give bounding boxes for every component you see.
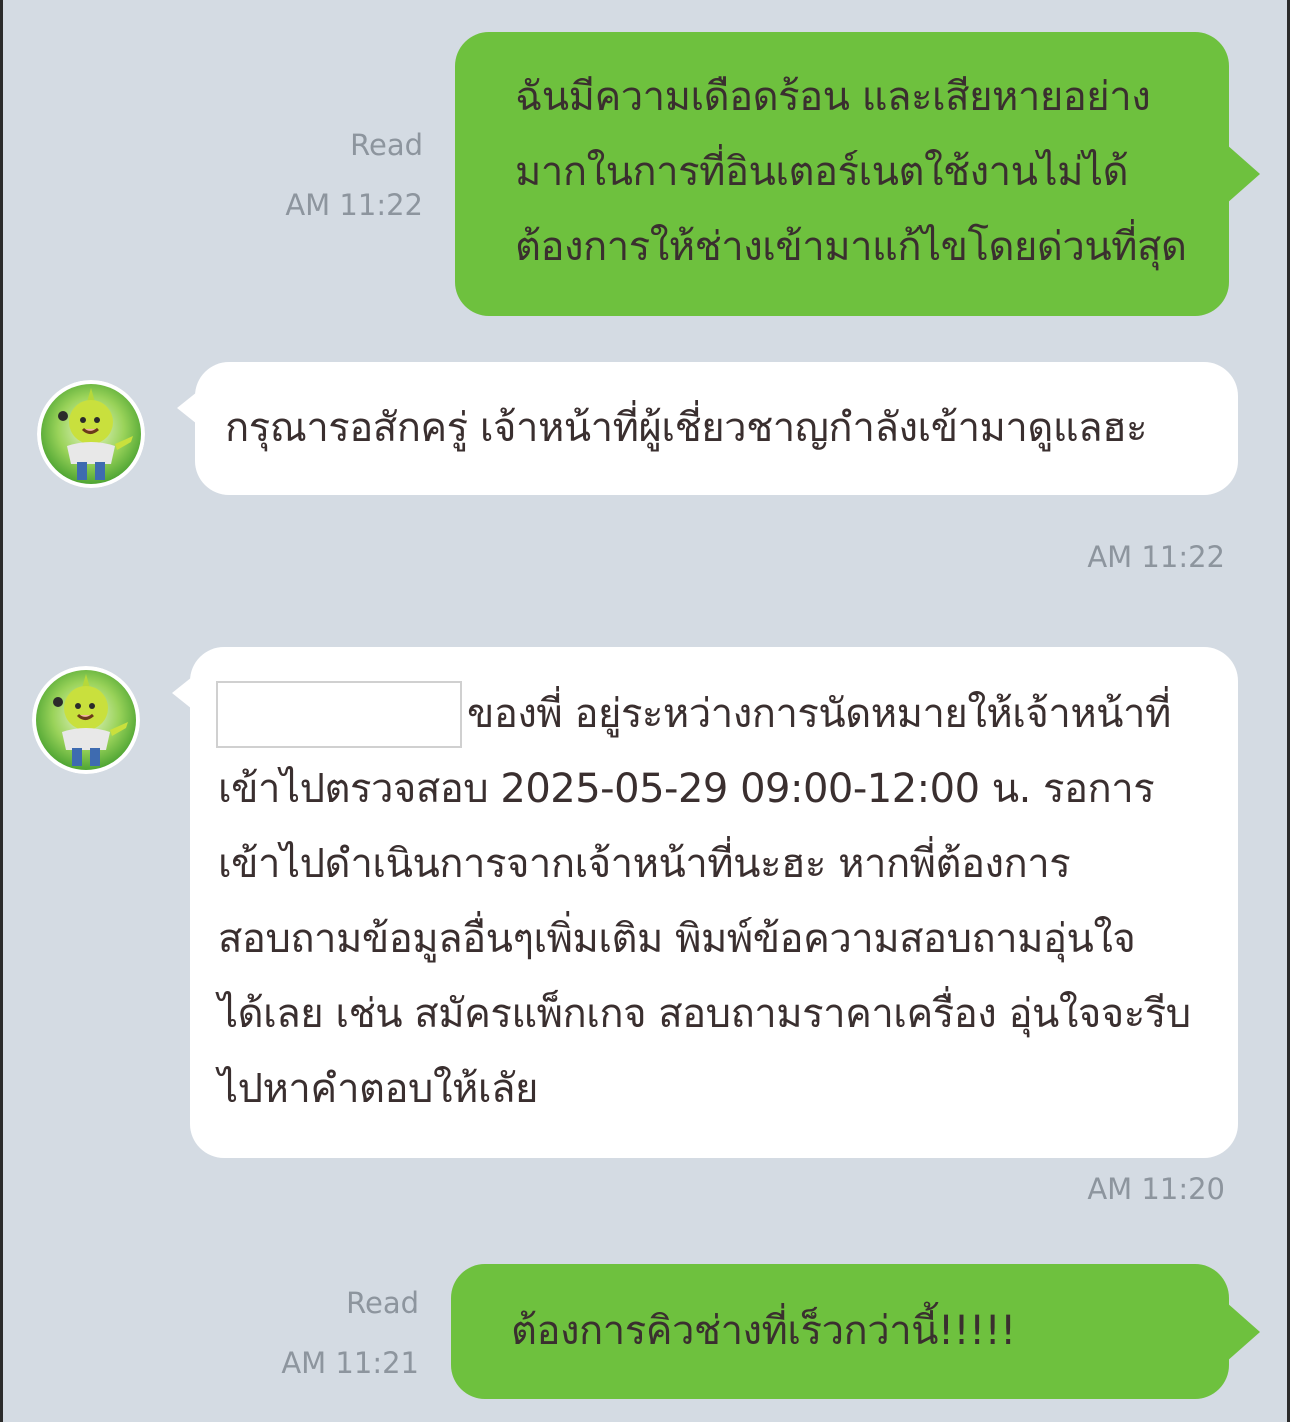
message-time: AM 11:20 [1087, 1172, 1225, 1206]
read-receipt: Read [350, 128, 423, 162]
message-time: AM 11:21 [281, 1346, 419, 1380]
redacted-field [216, 681, 462, 748]
message-time: AM 11:22 [1087, 540, 1225, 574]
message-time: AM 11:22 [285, 188, 423, 222]
read-receipt: Read [346, 1286, 419, 1320]
bot-avatar-icon[interactable] [32, 666, 140, 774]
bubble-tail [177, 392, 197, 424]
message-text: ต้องการคิวช่างที่เร็วกว่านี้!!!!! [511, 1308, 1016, 1354]
message-bubble[interactable]: ต้องการคิวช่างที่เร็วกว่านี้!!!!! [451, 1264, 1229, 1399]
green-mascot-avatar-icon [37, 380, 145, 488]
message-text-line1: ของพี่ อยู่ระหว่างการนัดหมายให้เจ้าหน้าท… [467, 691, 1171, 737]
message-meta: Read AM 11:21 [236, 1273, 419, 1393]
message-text: กรุณารอสักครู่ เจ้าหน้าที่ผู้เชี่ยวชาญกำ… [225, 405, 1148, 451]
screen-edge-left [0, 0, 3, 1422]
message-meta: Read AM 11:22 [240, 115, 423, 235]
green-mascot-avatar-icon [32, 666, 140, 774]
message-text: ฉันมีความเดือดร้อน และเสียหายอย่าง มากใน… [515, 74, 1187, 270]
bot-avatar-icon[interactable] [37, 380, 145, 488]
bubble-tail [1226, 144, 1260, 204]
bubble-tail [172, 677, 192, 709]
message-bubble[interactable]: ของพี่ อยู่ระหว่างการนัดหมายให้เจ้าหน้าท… [190, 647, 1238, 1158]
message-bubble[interactable]: กรุณารอสักครู่ เจ้าหน้าที่ผู้เชี่ยวชาญกำ… [195, 362, 1238, 495]
bubble-tail [1226, 1302, 1260, 1362]
message-text: เข้าไปตรวจสอบ 2025-05-29 09:00-12:00 น. … [218, 766, 1191, 1112]
message-bubble[interactable]: ฉันมีความเดือดร้อน และเสียหายอย่าง มากใน… [455, 32, 1229, 316]
